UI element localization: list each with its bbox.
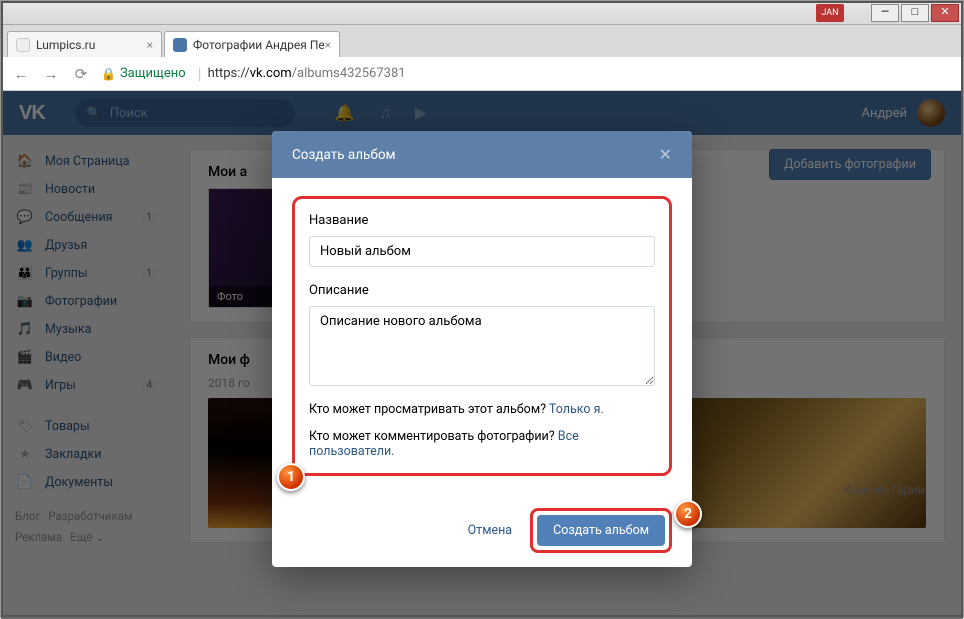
tab-label: Lumpics.ru <box>36 38 95 52</box>
create-album-modal: Создать альбом ✕ Название Описание Описа… <box>272 131 692 567</box>
window-titlebar: JAN — □ ✕ <box>1 1 963 25</box>
privacy-comment-row: Кто может комментировать фотографии? Все… <box>309 429 655 459</box>
tab-close-icon[interactable]: × <box>325 38 331 52</box>
album-desc-input[interactable]: Описание нового альбома <box>309 306 655 386</box>
privacy-view-link[interactable]: Только я. <box>549 402 604 417</box>
browser-tab-strip: Lumpics.ru × Фотографии Андрея Пе × <box>1 25 963 57</box>
tab-vk-photos[interactable]: Фотографии Андрея Пе × <box>164 31 340 57</box>
window-close[interactable]: ✕ <box>931 4 959 22</box>
url-text[interactable]: https://vk.com/albums432567381 <box>208 66 406 81</box>
secure-indicator[interactable]: Защищено <box>101 66 186 81</box>
nav-back-icon[interactable]: ← <box>11 65 31 83</box>
annotation-box-1: Название Описание Описание нового альбом… <box>292 196 672 476</box>
callout-marker-2: 2 <box>674 500 702 528</box>
tab-close-icon[interactable]: × <box>147 38 153 52</box>
modal-header: Создать альбом ✕ <box>272 131 692 178</box>
privacy-view-row: Кто может просматривать этот альбом? Тол… <box>309 402 655 417</box>
extension-badge[interactable]: JAN <box>816 4 844 22</box>
favicon-generic <box>16 38 30 52</box>
modal-overlay[interactable]: Создать альбом ✕ Название Описание Описа… <box>1 91 963 619</box>
nav-reload-icon[interactable]: ⟳ <box>71 65 91 83</box>
vk-page: VK Поиск 🔔 ♫ ▶ Андрей 🏠Моя Страница 📰Нов… <box>1 91 963 619</box>
callout-marker-1: 1 <box>277 463 305 491</box>
close-icon[interactable]: ✕ <box>659 145 672 164</box>
browser-url-bar: ← → ⟳ Защищено | https://vk.com/albums43… <box>1 57 963 91</box>
tab-label: Фотографии Андрея Пе <box>193 38 325 52</box>
favicon-vk <box>173 38 187 52</box>
annotation-box-2: Создать альбом <box>530 508 672 553</box>
nav-forward-icon[interactable]: → <box>41 65 61 83</box>
name-label: Название <box>309 213 655 228</box>
window-minimize[interactable]: — <box>871 4 899 22</box>
modal-footer: Отмена Создать альбом 2 <box>272 494 692 567</box>
cancel-button[interactable]: Отмена <box>468 523 513 538</box>
desc-label: Описание <box>309 283 655 298</box>
album-name-input[interactable] <box>309 236 655 267</box>
modal-title: Создать альбом <box>292 147 396 163</box>
create-album-button[interactable]: Создать альбом <box>537 515 665 546</box>
tab-lumpics[interactable]: Lumpics.ru × <box>7 31 162 57</box>
window-maximize[interactable]: □ <box>901 4 929 22</box>
